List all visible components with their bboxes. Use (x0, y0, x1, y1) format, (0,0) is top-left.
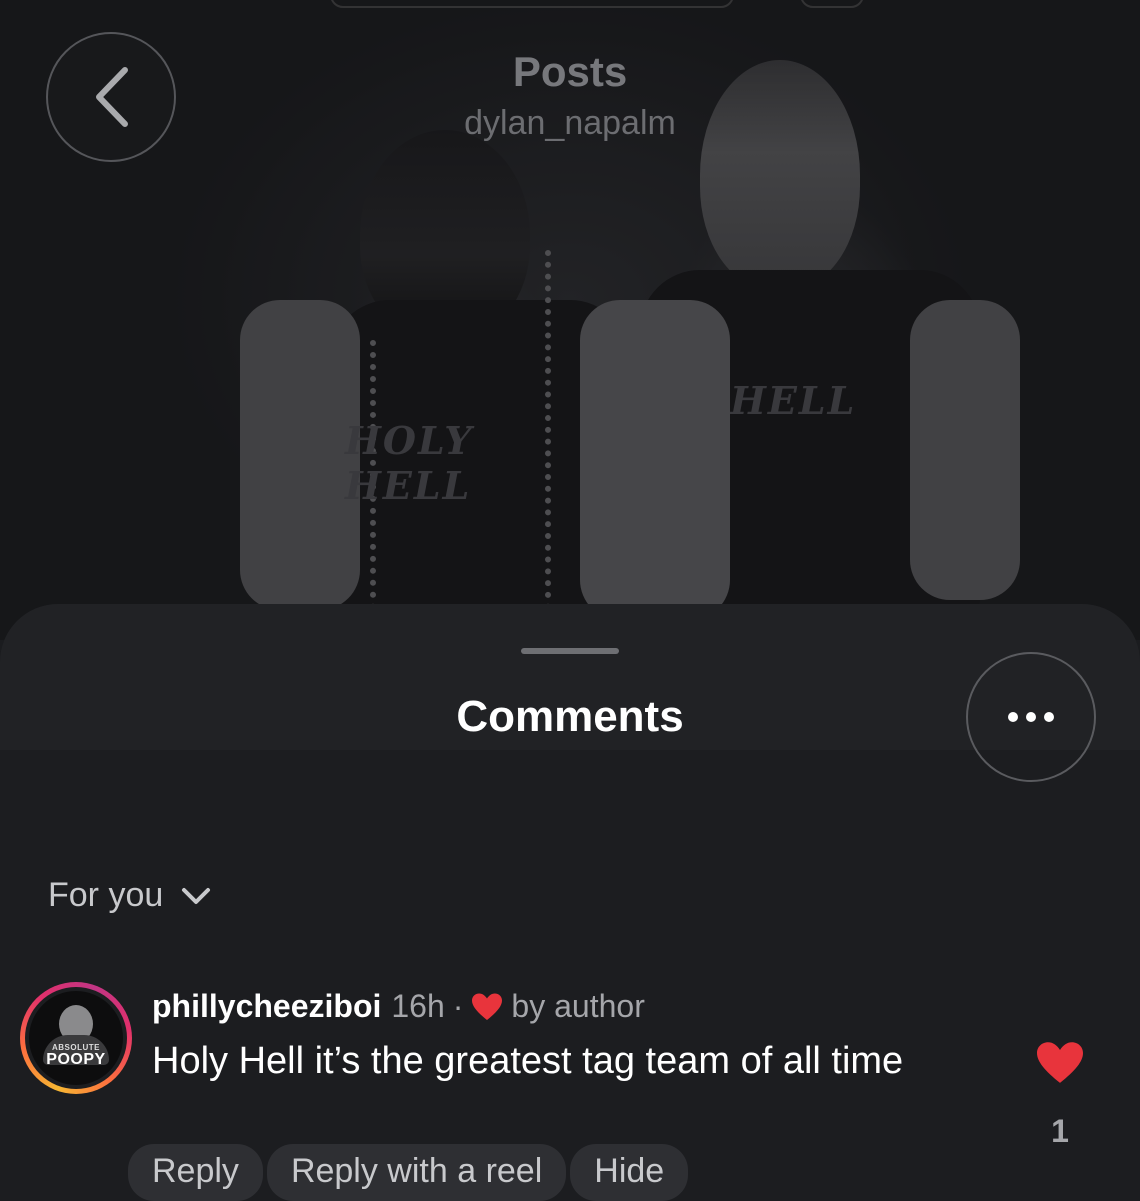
comment-sort-dropdown[interactable]: For you (48, 876, 211, 915)
comment-username[interactable]: phillycheeziboi (152, 988, 381, 1025)
reply-button[interactable]: Reply (128, 1144, 263, 1201)
chevron-down-icon (182, 887, 211, 904)
like-count[interactable]: 1 (1032, 1113, 1088, 1150)
sheet-drag-handle[interactable] (521, 648, 619, 654)
page-title: Posts (512, 48, 628, 95)
avatar-brand-big: POOPY (46, 1051, 106, 1068)
like-heart-icon[interactable] (1034, 1040, 1086, 1086)
comments-sheet: Comments For you ABSOLUTE POOPY phillych… (0, 604, 1140, 1201)
hide-button[interactable]: Hide (570, 1144, 689, 1201)
story-ring[interactable]: ABSOLUTE POOPY (20, 982, 132, 1094)
comment-text: Holy Hell it’s the greatest tag team of … (152, 1040, 904, 1082)
avatar: ABSOLUTE POOPY (29, 991, 123, 1085)
meta-separator: · (452, 988, 464, 1024)
more-options-button[interactable] (966, 652, 1096, 782)
sort-label: For you (48, 876, 164, 914)
ellipsis-icon (1008, 712, 1054, 722)
comment-timestamp: 16h (391, 988, 445, 1024)
reply-with-reel-button[interactable]: Reply with a reel (266, 1144, 567, 1201)
comment-actions: Reply Reply with a reel Hide (128, 1144, 689, 1201)
liked-by-author-label: by author (511, 988, 645, 1024)
comment-meta: phillycheeziboi 16h · by author (152, 988, 645, 1025)
heart-icon (472, 993, 503, 1020)
avatar-border: ABSOLUTE POOPY (25, 987, 127, 1089)
like-column: 1 (1032, 1040, 1088, 1150)
post-author-username[interactable]: dylan_napalm (0, 104, 1140, 143)
